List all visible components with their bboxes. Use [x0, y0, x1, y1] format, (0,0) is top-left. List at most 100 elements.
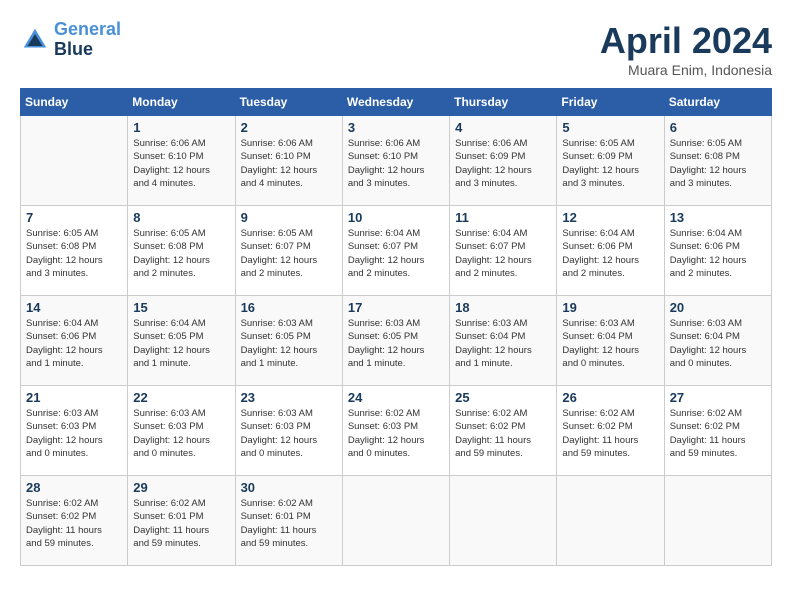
day-info: Sunrise: 6:02 AMSunset: 6:02 PMDaylight:… — [455, 407, 551, 460]
day-number: 15 — [133, 300, 229, 315]
day-info: Sunrise: 6:06 AMSunset: 6:10 PMDaylight:… — [348, 137, 444, 190]
day-info: Sunrise: 6:03 AMSunset: 6:05 PMDaylight:… — [348, 317, 444, 370]
calendar-cell: 28 Sunrise: 6:02 AMSunset: 6:02 PMDayligh… — [21, 476, 128, 566]
day-number: 20 — [670, 300, 766, 315]
day-number: 19 — [562, 300, 658, 315]
calendar-cell: 24Sunrise: 6:02 AMSunset: 6:03 PMDayligh… — [342, 386, 449, 476]
day-number: 8 — [133, 210, 229, 225]
day-number: 17 — [348, 300, 444, 315]
calendar-cell: 21Sunrise: 6:03 AMSunset: 6:03 PMDayligh… — [21, 386, 128, 476]
calendar-cell: 4 Sunrise: 6:06 AMSunset: 6:09 PMDaylight… — [450, 116, 557, 206]
calendar-cell: 25 Sunrise: 6:02 AMSunset: 6:02 PMDayligh… — [450, 386, 557, 476]
day-number: 11 — [455, 210, 551, 225]
calendar-week-row: 28 Sunrise: 6:02 AMSunset: 6:02 PMDayligh… — [21, 476, 772, 566]
day-number: 23 — [241, 390, 337, 405]
calendar-cell: 1Sunrise: 6:06 AMSunset: 6:10 PMDaylight… — [128, 116, 235, 206]
calendar-cell: 12 Sunrise: 6:04 AMSunset: 6:06 PMDayligh… — [557, 206, 664, 296]
day-number: 9 — [241, 210, 337, 225]
calendar-cell: 20 Sunrise: 6:03 AMSunset: 6:04 PMDayligh… — [664, 296, 771, 386]
day-info: Sunrise: 6:05 AMSunset: 6:08 PMDaylight:… — [133, 227, 229, 280]
day-number: 5 — [562, 120, 658, 135]
day-number: 14 — [26, 300, 122, 315]
weekday-header: Saturday — [664, 89, 771, 116]
calendar-week-row: 1Sunrise: 6:06 AMSunset: 6:10 PMDaylight… — [21, 116, 772, 206]
calendar-cell: 22 Sunrise: 6:03 AMSunset: 6:03 PMDayligh… — [128, 386, 235, 476]
calendar-cell: 8 Sunrise: 6:05 AMSunset: 6:08 PMDaylight… — [128, 206, 235, 296]
calendar-cell: 27Sunrise: 6:02 AMSunset: 6:02 PMDayligh… — [664, 386, 771, 476]
day-number: 29 — [133, 480, 229, 495]
weekday-header: Friday — [557, 89, 664, 116]
day-number: 28 — [26, 480, 122, 495]
calendar-cell: 2Sunrise: 6:06 AMSunset: 6:10 PMDaylight… — [235, 116, 342, 206]
calendar-cell: 29 Sunrise: 6:02 AMSunset: 6:01 PMDayligh… — [128, 476, 235, 566]
calendar-cell: 19 Sunrise: 6:03 AMSunset: 6:04 PMDayligh… — [557, 296, 664, 386]
day-info: Sunrise: 6:04 AMSunset: 6:07 PMDaylight:… — [348, 227, 444, 280]
day-number: 18 — [455, 300, 551, 315]
day-number: 4 — [455, 120, 551, 135]
day-info: Sunrise: 6:06 AMSunset: 6:09 PMDaylight:… — [455, 137, 551, 190]
day-number: 27 — [670, 390, 766, 405]
day-number: 16 — [241, 300, 337, 315]
calendar-title: April 2024 — [600, 20, 772, 62]
calendar-cell: 17 Sunrise: 6:03 AMSunset: 6:05 PMDayligh… — [342, 296, 449, 386]
calendar-subtitle: Muara Enim, Indonesia — [600, 62, 772, 78]
day-number: 10 — [348, 210, 444, 225]
weekday-header-row: SundayMondayTuesdayWednesdayThursdayFrid… — [21, 89, 772, 116]
day-info: Sunrise: 6:03 AMSunset: 6:03 PMDaylight:… — [241, 407, 337, 460]
day-info: Sunrise: 6:03 AMSunset: 6:03 PMDaylight:… — [133, 407, 229, 460]
day-info: Sunrise: 6:02 AMSunset: 6:03 PMDaylight:… — [348, 407, 444, 460]
day-number: 26 — [562, 390, 658, 405]
calendar-cell: 23 Sunrise: 6:03 AMSunset: 6:03 PMDayligh… — [235, 386, 342, 476]
calendar-week-row: 14 Sunrise: 6:04 AMSunset: 6:06 PMDayligh… — [21, 296, 772, 386]
calendar-cell — [342, 476, 449, 566]
day-number: 21 — [26, 390, 122, 405]
calendar-cell: 10 Sunrise: 6:04 AMSunset: 6:07 PMDayligh… — [342, 206, 449, 296]
day-info: Sunrise: 6:02 AMSunset: 6:01 PMDaylight:… — [241, 497, 337, 550]
day-number: 25 — [455, 390, 551, 405]
day-number: 13 — [670, 210, 766, 225]
weekday-header: Wednesday — [342, 89, 449, 116]
day-info: Sunrise: 6:04 AMSunset: 6:06 PMDaylight:… — [670, 227, 766, 280]
day-info: Sunrise: 6:05 AMSunset: 6:08 PMDaylight:… — [26, 227, 122, 280]
day-number: 7 — [26, 210, 122, 225]
calendar-cell: 5 Sunrise: 6:05 AMSunset: 6:09 PMDaylight… — [557, 116, 664, 206]
calendar-cell: 11Sunrise: 6:04 AMSunset: 6:07 PMDayligh… — [450, 206, 557, 296]
calendar-cell: 3 Sunrise: 6:06 AMSunset: 6:10 PMDaylight… — [342, 116, 449, 206]
day-number: 30 — [241, 480, 337, 495]
day-info: Sunrise: 6:05 AMSunset: 6:08 PMDaylight:… — [670, 137, 766, 190]
calendar-cell: 16 Sunrise: 6:03 AMSunset: 6:05 PMDayligh… — [235, 296, 342, 386]
day-info: Sunrise: 6:03 AMSunset: 6:05 PMDaylight:… — [241, 317, 337, 370]
calendar-cell — [557, 476, 664, 566]
logo-text: GeneralBlue — [54, 20, 121, 60]
day-info: Sunrise: 6:04 AMSunset: 6:05 PMDaylight:… — [133, 317, 229, 370]
calendar-week-row: 21 Sunrise: 6:03 AMSunset: 6:03 PMDayligh… — [21, 386, 772, 476]
day-info: Sunrise: 6:05 AMSunset: 6:07 PMDaylight:… — [241, 227, 337, 280]
day-info: Sunrise: 6:03 AMSunset: 6:04 PMDaylight:… — [455, 317, 551, 370]
day-info: Sunrise: 6:06 AMSunset: 6:10 PMDaylight:… — [241, 137, 337, 190]
weekday-header: Thursday — [450, 89, 557, 116]
day-info: Sunrise: 6:03 AMSunset: 6:04 PMDaylight:… — [562, 317, 658, 370]
calendar-cell — [450, 476, 557, 566]
day-number: 12 — [562, 210, 658, 225]
day-info: Sunrise: 6:04 AMSunset: 6:06 PMDaylight:… — [26, 317, 122, 370]
weekday-header: Tuesday — [235, 89, 342, 116]
page-header: GeneralBlue April 2024 Muara Enim, Indon… — [20, 20, 772, 78]
day-number: 3 — [348, 120, 444, 135]
weekday-header: Monday — [128, 89, 235, 116]
calendar-cell: 9 Sunrise: 6:05 AMSunset: 6:07 PMDaylight… — [235, 206, 342, 296]
calendar-cell: 30 Sunrise: 6:02 AMSunset: 6:01 PMDayligh… — [235, 476, 342, 566]
calendar-cell — [664, 476, 771, 566]
day-number: 22 — [133, 390, 229, 405]
day-info: Sunrise: 6:02 AMSunset: 6:02 PMDaylight:… — [26, 497, 122, 550]
calendar-cell: 18 Sunrise: 6:03 AMSunset: 6:04 PMDayligh… — [450, 296, 557, 386]
day-info: Sunrise: 6:05 AMSunset: 6:09 PMDaylight:… — [562, 137, 658, 190]
day-info: Sunrise: 6:03 AMSunset: 6:04 PMDaylight:… — [670, 317, 766, 370]
calendar-table: SundayMondayTuesdayWednesdayThursdayFrid… — [20, 88, 772, 566]
calendar-cell — [21, 116, 128, 206]
day-info: Sunrise: 6:04 AMSunset: 6:06 PMDaylight:… — [562, 227, 658, 280]
day-info: Sunrise: 6:02 AMSunset: 6:01 PMDaylight:… — [133, 497, 229, 550]
calendar-cell: 14 Sunrise: 6:04 AMSunset: 6:06 PMDayligh… — [21, 296, 128, 386]
calendar-week-row: 7 Sunrise: 6:05 AMSunset: 6:08 PMDaylight… — [21, 206, 772, 296]
calendar-cell: 26Sunrise: 6:02 AMSunset: 6:02 PMDayligh… — [557, 386, 664, 476]
logo: GeneralBlue — [20, 20, 121, 60]
